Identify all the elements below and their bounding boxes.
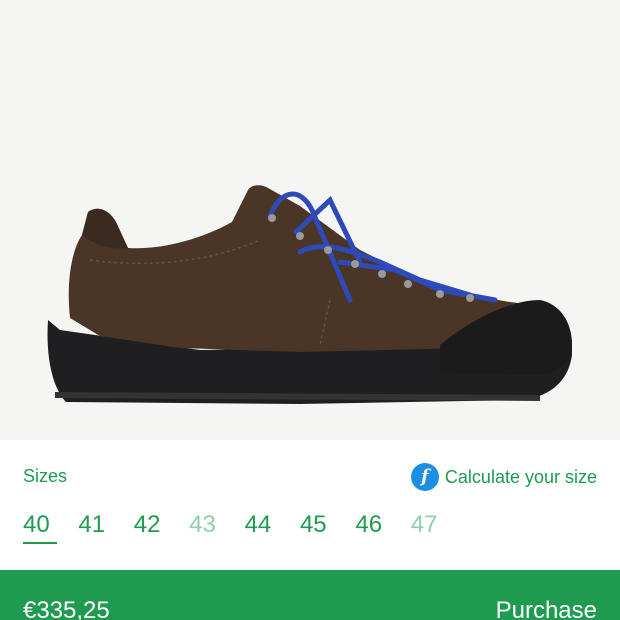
size-option-46[interactable]: 46: [355, 510, 410, 546]
calculate-size-label: Calculate your size: [444, 466, 597, 487]
purchase-button[interactable]: Purchase: [496, 597, 597, 620]
size-options: 40 41 42 43 44 45 46 47: [23, 510, 466, 546]
size-option-45[interactable]: 45: [300, 510, 355, 546]
purchase-bar: €335,25 Purchase: [0, 570, 620, 620]
size-option-40[interactable]: 40: [23, 510, 78, 546]
size-option-42[interactable]: 42: [134, 510, 189, 546]
shoe-illustration: [47, 185, 573, 404]
size-option-41[interactable]: 41: [78, 510, 133, 546]
size-option-47: 47: [410, 511, 438, 538]
product-page: Sizes f Calculate your size 40 41 42 43 44 45…: [0, 0, 620, 620]
price: €335,25: [23, 597, 110, 620]
size-option-43: 43: [189, 511, 216, 538]
sizes-label: Sizes: [23, 466, 68, 486]
calculate-size-link[interactable]: f Calculate your size: [410, 463, 597, 491]
product-image: [0, 0, 620, 440]
size-option-44[interactable]: 44: [245, 510, 300, 546]
f-circle-icon: f: [410, 463, 439, 491]
